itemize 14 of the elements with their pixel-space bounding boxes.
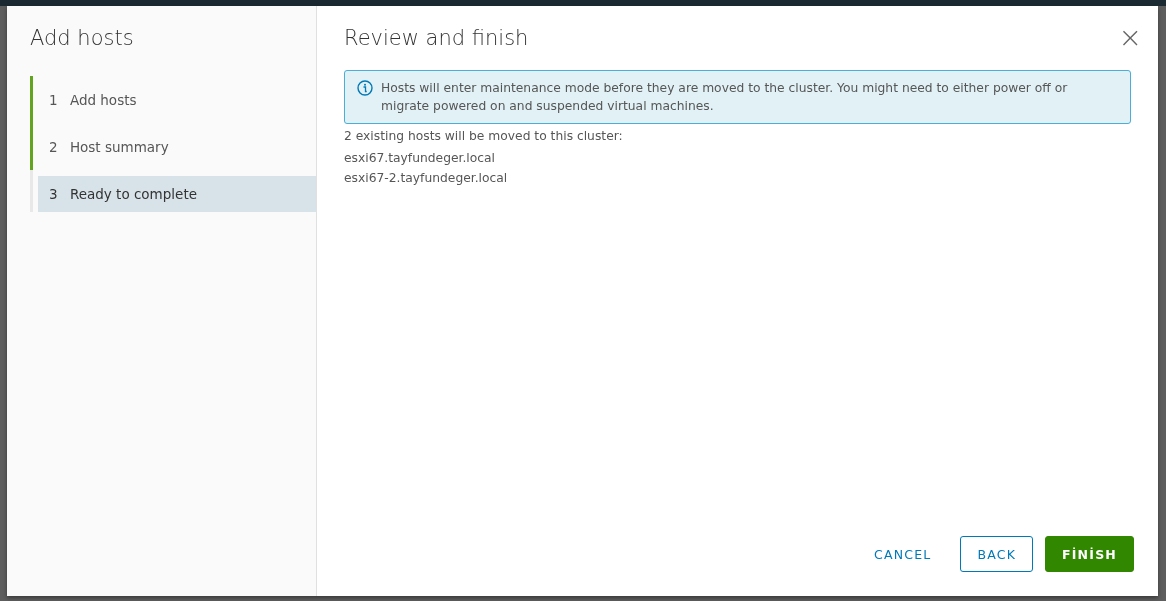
back-button[interactable]: BACK [960,536,1034,572]
alert-text: Hosts will enter maintenance mode before they are moved to the cluster. You might need to either power off or migrate powered on and suspended virtual machines. [381,80,1069,115]
wizard-step[interactable]: 3 Ready to complete [38,175,316,212]
summary-text: 2 existing hosts will be moved to this cluster: [344,128,624,145]
host-name: esxi67.tayfundeger.local [344,150,496,167]
finish-button[interactable]: FİNİSH [1045,536,1134,572]
close-button[interactable]: × [1118,26,1142,50]
host-name: esxi67-2.tayfundeger.local [344,170,509,187]
wizard-step[interactable]: 2 Host summary [38,128,316,165]
wizard-step[interactable]: 1 Add hosts [38,81,316,118]
dialog-title: Add hosts [30,26,135,50]
page-title: Review and finish [344,26,529,50]
info-icon [357,80,373,96]
cancel-button[interactable]: CANCEL [856,536,949,572]
